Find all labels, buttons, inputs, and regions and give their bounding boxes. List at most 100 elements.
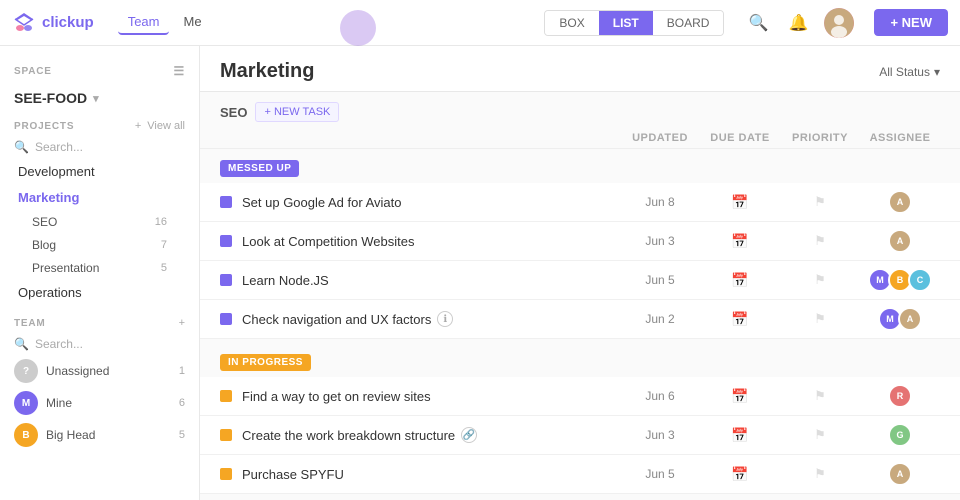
task-updated-6: Jun 3 bbox=[620, 428, 700, 442]
status-filter-caret-icon: ▾ bbox=[934, 65, 940, 79]
add-team-icon[interactable]: + bbox=[179, 317, 185, 329]
task-row-2[interactable]: Look at Competition Websites Jun 3 📅 ⚑ A bbox=[200, 222, 960, 261]
team-search[interactable]: 🔍 Search... bbox=[0, 333, 199, 355]
sidebar-item-operations[interactable]: Operations bbox=[4, 280, 195, 305]
task-priority-7: ⚑ bbox=[780, 466, 860, 482]
sidebar-subitem-blog[interactable]: Blog 7 bbox=[4, 234, 195, 256]
task-status-dot bbox=[220, 429, 232, 441]
task-name-1: Set up Google Ad for Aviato bbox=[242, 195, 620, 210]
task-name-5: Find a way to get on review sites bbox=[242, 389, 620, 404]
assignee-avatars-7: A bbox=[888, 462, 912, 486]
task-status-dot bbox=[220, 313, 232, 325]
space-caret-icon: ▾ bbox=[93, 92, 99, 105]
task-priority-5: ⚑ bbox=[780, 388, 860, 404]
assignee-avatars-3: M B C bbox=[868, 268, 932, 292]
th-priority: PRIORITY bbox=[780, 132, 860, 144]
task-updated-2: Jun 3 bbox=[620, 234, 700, 248]
logo[interactable]: clickup bbox=[12, 11, 94, 35]
notification-icon[interactable]: 🔔 bbox=[784, 9, 812, 37]
task-status-dot bbox=[220, 274, 232, 286]
task-assignee-1: A bbox=[860, 190, 940, 214]
logo-icon bbox=[12, 11, 36, 35]
info-icon: 🔗 bbox=[461, 427, 477, 443]
task-name-7: Purchase SPYFU bbox=[242, 467, 620, 482]
task-name-2: Look at Competition Websites bbox=[242, 234, 620, 249]
task-row-6[interactable]: Create the work breakdown structure 🔗 Ju… bbox=[200, 416, 960, 455]
avatar: C bbox=[908, 268, 932, 292]
priority-flag-icon: ⚑ bbox=[814, 427, 826, 442]
view-tab-board[interactable]: BOARD bbox=[653, 11, 724, 35]
task-priority-1: ⚑ bbox=[780, 194, 860, 210]
search-icon[interactable]: 🔍 bbox=[744, 9, 772, 37]
task-due-3: 📅 bbox=[700, 272, 780, 289]
content-header: Marketing All Status ▾ bbox=[200, 46, 960, 92]
task-assignee-7: A bbox=[860, 462, 940, 486]
task-row-4[interactable]: Check navigation and UX factors ℹ Jun 2 … bbox=[200, 300, 960, 339]
tab-team[interactable]: Team bbox=[118, 10, 170, 35]
page-title: Marketing bbox=[220, 60, 314, 83]
avatar: A bbox=[888, 190, 912, 214]
project-search[interactable]: 🔍 Search... bbox=[0, 136, 199, 158]
assignee-avatars-4: M A bbox=[878, 307, 922, 331]
calendar-icon: 📅 bbox=[731, 233, 748, 249]
view-tab-box[interactable]: BOX bbox=[545, 11, 598, 35]
logo-text: clickup bbox=[42, 14, 94, 31]
task-assignee-4: M A bbox=[860, 307, 940, 331]
assignee-avatars-5: R bbox=[888, 384, 912, 408]
search-icon: 🔍 bbox=[14, 140, 29, 154]
priority-flag-icon: ⚑ bbox=[814, 272, 826, 287]
space-icon[interactable]: ☰ bbox=[173, 64, 185, 78]
add-project-icon[interactable]: + bbox=[135, 120, 141, 132]
view-tab-list[interactable]: LIST bbox=[599, 11, 653, 35]
new-task-button[interactable]: + NEW TASK bbox=[255, 102, 339, 122]
view-all-link[interactable]: View all bbox=[147, 120, 185, 132]
section-label-messed-up: MESSED UP bbox=[200, 149, 960, 183]
task-assignee-2: A bbox=[860, 229, 940, 253]
priority-flag-icon: ⚑ bbox=[814, 233, 826, 248]
projects-actions: + View all bbox=[135, 120, 185, 132]
calendar-icon: 📅 bbox=[731, 427, 748, 443]
main-layout: SPACE ☰ SEE-FOOD ▾ PROJECTS + View all 🔍… bbox=[0, 46, 960, 500]
task-assignee-3: M B C bbox=[860, 268, 940, 292]
task-due-5: 📅 bbox=[700, 388, 780, 405]
seo-label: SEO bbox=[220, 105, 247, 120]
assignee-avatars-1: A bbox=[888, 190, 912, 214]
status-filter[interactable]: All Status ▾ bbox=[879, 65, 940, 79]
task-status-dot bbox=[220, 235, 232, 247]
calendar-icon: 📅 bbox=[731, 272, 748, 288]
team-member-bighead[interactable]: B Big Head 5 bbox=[0, 419, 199, 451]
sidebar-subitem-seo[interactable]: SEO 16 bbox=[4, 211, 195, 233]
task-row-3[interactable]: Learn Node.JS Jun 5 📅 ⚑ M B C bbox=[200, 261, 960, 300]
main-content: Marketing All Status ▾ SEO + NEW TASK UP… bbox=[200, 46, 960, 500]
sidebar-item-development[interactable]: Development bbox=[4, 159, 195, 184]
task-row-1[interactable]: Set up Google Ad for Aviato Jun 8 📅 ⚑ A bbox=[200, 183, 960, 222]
projects-header: PROJECTS + View all bbox=[0, 116, 199, 136]
avatar: R bbox=[888, 384, 912, 408]
priority-flag-icon: ⚑ bbox=[814, 311, 826, 326]
badge-messed-up: MESSED UP bbox=[220, 160, 299, 177]
new-button[interactable]: + NEW bbox=[874, 9, 948, 36]
space-name[interactable]: SEE-FOOD ▾ bbox=[0, 84, 199, 116]
calendar-icon: 📅 bbox=[731, 311, 748, 327]
team-member-mine[interactable]: M Mine 6 bbox=[0, 387, 199, 419]
sidebar-subitem-presentation[interactable]: Presentation 5 bbox=[4, 257, 195, 279]
task-priority-6: ⚑ bbox=[780, 427, 860, 443]
space-label: SPACE ☰ bbox=[14, 64, 185, 78]
avatar: A bbox=[888, 462, 912, 486]
calendar-icon: 📅 bbox=[731, 194, 748, 210]
mine-avatar: M bbox=[14, 391, 38, 415]
task-assignee-5: R bbox=[860, 384, 940, 408]
calendar-icon: 📅 bbox=[731, 388, 748, 404]
tab-me[interactable]: Me bbox=[173, 10, 211, 35]
task-assignee-6: G bbox=[860, 423, 940, 447]
task-priority-3: ⚑ bbox=[780, 272, 860, 288]
sidebar-item-marketing[interactable]: Marketing bbox=[4, 185, 195, 210]
section-messed-up: MESSED UP Set up Google Ad for Aviato Ju… bbox=[200, 149, 960, 339]
user-avatar[interactable] bbox=[824, 8, 854, 38]
task-row-7[interactable]: Purchase SPYFU Jun 5 📅 ⚑ A bbox=[200, 455, 960, 494]
team-member-unassigned[interactable]: ? Unassigned 1 bbox=[0, 355, 199, 387]
task-row-5[interactable]: Find a way to get on review sites Jun 6 … bbox=[200, 377, 960, 416]
th-updated: UPDATED bbox=[620, 132, 700, 144]
team-section: TEAM + 🔍 Search... ? Unassigned 1 M Mine… bbox=[0, 313, 199, 451]
task-due-7: 📅 bbox=[700, 466, 780, 483]
